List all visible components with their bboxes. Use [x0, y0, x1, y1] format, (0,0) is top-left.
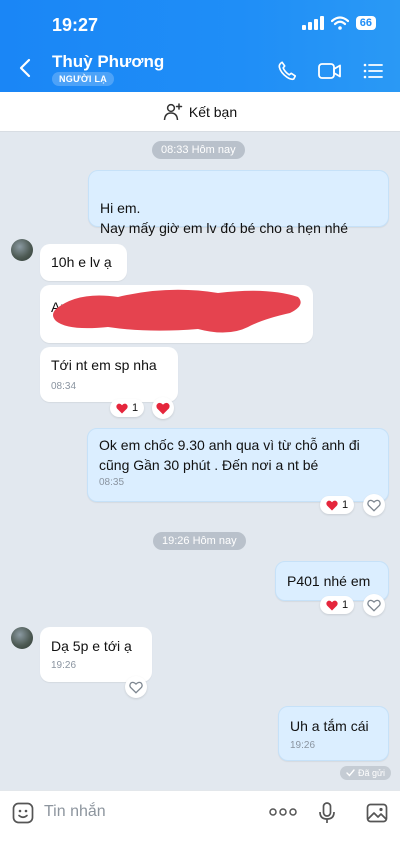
- message-time: 19:26: [290, 740, 316, 751]
- heart-icon: [326, 500, 338, 510]
- heart-icon: [116, 403, 128, 413]
- microphone-icon[interactable]: [318, 801, 336, 825]
- stranger-badge: NGƯỜI LẠ: [52, 72, 115, 86]
- message-text: Ok em chốc 9.30 anh qua vì từ chỗ anh đi…: [99, 437, 360, 473]
- reaction-count: 1: [342, 599, 349, 611]
- phone-call-icon[interactable]: [276, 60, 298, 82]
- reaction-count: 1: [132, 402, 139, 414]
- video-call-icon[interactable]: [317, 60, 343, 82]
- heart-outline-icon: [129, 681, 143, 694]
- message-time: 08:34: [51, 381, 77, 392]
- message-time: 08:35: [99, 477, 125, 488]
- cellular-signal-icon: [301, 16, 324, 30]
- message-bubble-outgoing[interactable]: Ok em chốc 9.30 anh qua vì từ chỗ anh đi…: [87, 428, 389, 502]
- message-text: Dạ 5p e tới ạ: [51, 638, 132, 654]
- checkmark-icon: [346, 769, 355, 777]
- message-text: 10h e lv ạ: [51, 254, 112, 270]
- reaction-count: 1: [342, 499, 349, 511]
- timestamp-divider: 08:33 Hôm nay: [152, 141, 245, 159]
- add-friend-label: Kết bạn: [188, 103, 238, 120]
- reaction-summary[interactable]: 1: [320, 496, 355, 514]
- status-icons: 66: [301, 16, 376, 30]
- message-bubble-incoming[interactable]: Dạ 5p e tới ạ 19:26: [40, 627, 152, 682]
- chat-header: 19:27 66 Thuỳ Phương NGƯỜI LẠ: [0, 0, 400, 92]
- message-bubble-outgoing[interactable]: Hi em. Nay mấy giờ em lv đó bé cho a hẹn…: [88, 170, 389, 236]
- add-friend-icon: [163, 102, 183, 120]
- contact-avatar[interactable]: [11, 239, 33, 261]
- reaction-summary[interactable]: 1: [320, 596, 355, 614]
- status-time: 19:27: [52, 15, 99, 35]
- message-input[interactable]: Tin nhắn: [44, 803, 106, 821]
- react-heart-button[interactable]: [152, 397, 174, 419]
- image-gallery-icon[interactable]: [365, 801, 389, 825]
- contact-name[interactable]: Thuỳ Phương: [52, 52, 164, 72]
- react-heart-button[interactable]: [363, 594, 385, 616]
- menu-list-icon[interactable]: [362, 60, 384, 82]
- sent-status-text: Đã gửi: [358, 768, 386, 778]
- message-bubble-incoming[interactable]: 10h e lv ạ: [40, 244, 127, 281]
- message-time: 19:26: [51, 660, 77, 671]
- message-text: Uh a tắm cái: [290, 718, 369, 734]
- message-input-bar: Tin nhắn: [0, 790, 400, 866]
- battery-indicator: 66: [355, 16, 376, 30]
- sent-status-badge: Đã gửi: [340, 766, 392, 780]
- message-text: Tới nt em sp nha: [51, 357, 157, 373]
- wifi-icon: [330, 16, 349, 30]
- message-bubble-outgoing[interactable]: Uh a tắm cái 19:26: [278, 706, 389, 761]
- heart-icon: [156, 402, 170, 414]
- add-friend-bar[interactable]: Kết bạn: [0, 92, 400, 132]
- contact-avatar[interactable]: [11, 627, 33, 649]
- heart-icon: [326, 600, 338, 610]
- message-text: P401 nhé em: [287, 573, 371, 589]
- more-options-icon[interactable]: [269, 807, 297, 817]
- red-scribble-redaction: [53, 289, 301, 333]
- react-heart-button[interactable]: [363, 494, 385, 516]
- battery-level: 66: [359, 17, 372, 29]
- heart-outline-icon: [367, 499, 381, 512]
- back-arrow-icon[interactable]: [18, 58, 32, 78]
- reaction-summary[interactable]: 1: [110, 399, 145, 417]
- message-text: Hi em. Nay mấy giờ em lv đó bé cho a hẹn…: [100, 200, 349, 236]
- timestamp-divider: 19:26 Hôm nay: [153, 532, 246, 550]
- sticker-emoji-icon[interactable]: [11, 801, 35, 825]
- react-heart-button[interactable]: [125, 676, 147, 698]
- message-bubble-incoming[interactable]: Tới nt em sp nha 08:34: [40, 347, 178, 402]
- heart-outline-icon: [367, 599, 381, 612]
